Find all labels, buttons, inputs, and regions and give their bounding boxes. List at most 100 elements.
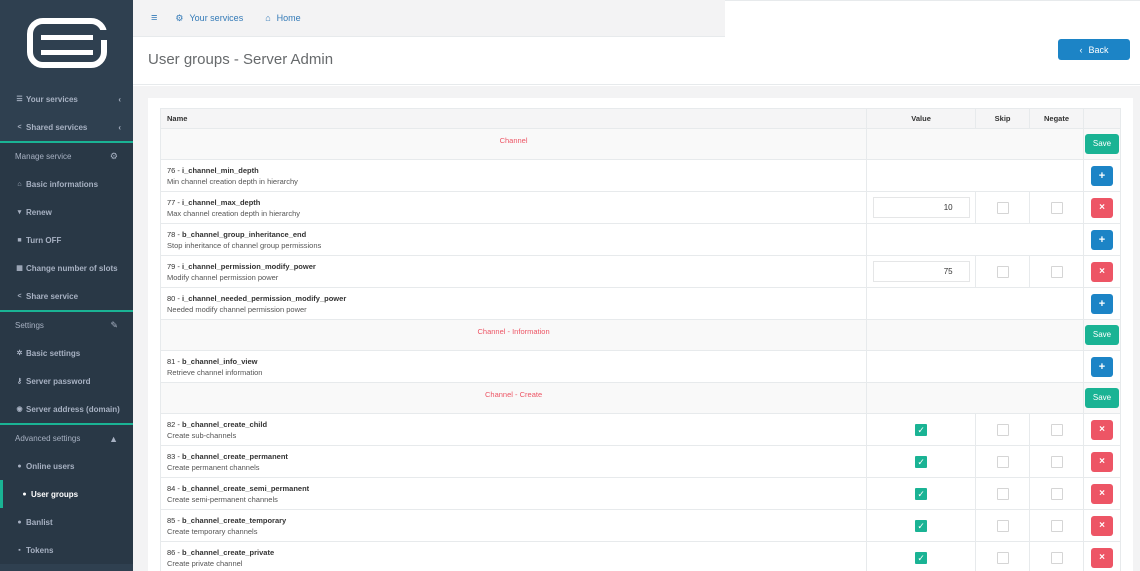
- skip-checkbox[interactable]: [996, 423, 1009, 436]
- remove-permission-button[interactable]: ×: [1090, 483, 1113, 504]
- perm-actions: +: [1082, 287, 1122, 320]
- value-input[interactable]: 75: [872, 261, 970, 282]
- skip-checkbox[interactable]: [996, 487, 1009, 500]
- group-row: Channel - Create Save: [159, 382, 1122, 414]
- remove-permission-button[interactable]: ×: [1090, 451, 1113, 472]
- perm-actions: ×: [1082, 191, 1122, 224]
- group-title: Channel: [159, 128, 868, 160]
- sidebar-item-renew[interactable]: ▾ Renew: [0, 198, 133, 226]
- your-services-link[interactable]: ⚙ Your services: [175, 13, 243, 24]
- home-link[interactable]: ⌂ Home: [265, 13, 300, 23]
- perm-negate-cell: [1029, 477, 1084, 510]
- remove-permission-button[interactable]: ×: [1090, 261, 1113, 282]
- sidebar-section-advanced-settings[interactable]: Advanced settings ▲: [0, 423, 133, 452]
- sidebar-item-tokens[interactable]: ▪ Tokens: [0, 536, 133, 564]
- section-label: Settings: [15, 321, 44, 330]
- add-permission-button[interactable]: +: [1090, 165, 1113, 186]
- sidebar-item-basic-settings[interactable]: ✲ Basic settings: [0, 339, 133, 367]
- hamburger-icon[interactable]: ≡: [151, 12, 157, 24]
- perm-skip-cell: [975, 509, 1031, 542]
- col-header-name: Name: [159, 108, 868, 129]
- table-row: 82 - b_channel_create_child Create sub-c…: [159, 413, 1122, 446]
- brand-logo[interactable]: [26, 17, 107, 68]
- remove-permission-button[interactable]: ×: [1090, 419, 1113, 440]
- perm-negate-cell: [1029, 413, 1084, 446]
- value-checkbox-checked[interactable]: ✓: [915, 487, 928, 500]
- sidebar-item-online-users[interactable]: ● Online users: [0, 452, 133, 480]
- sidebar-item-change-slots[interactable]: ▦ Change number of slots: [0, 254, 133, 282]
- value-checkbox-checked[interactable]: ✓: [915, 423, 928, 436]
- save-button[interactable]: Save: [1084, 388, 1119, 408]
- table-row: 84 - b_channel_create_semi_permanent Cre…: [159, 477, 1122, 510]
- sidebar-section-manage-service[interactable]: Manage service ⚙: [0, 141, 133, 170]
- perm-id: 85 -: [167, 515, 183, 525]
- skip-checkbox[interactable]: [996, 265, 1009, 278]
- sidebar-item-banlist[interactable]: ● Banlist: [0, 508, 133, 536]
- negate-checkbox[interactable]: [1050, 265, 1063, 278]
- add-permission-button[interactable]: +: [1090, 229, 1113, 250]
- value-checkbox-checked[interactable]: ✓: [915, 455, 928, 468]
- table-row: 77 - i_channel_max_depth Max channel cre…: [159, 191, 1122, 224]
- perm-key: i_channel_max_depth: [182, 197, 261, 207]
- value-checkbox-checked[interactable]: ✓: [915, 551, 928, 564]
- group-title: Channel - Create: [159, 382, 868, 414]
- table-row: 85 - b_channel_create_temporary Create t…: [159, 509, 1122, 542]
- sidebar-item-label: Renew: [26, 207, 52, 217]
- value-input[interactable]: 10: [872, 197, 970, 218]
- cart-icon: ▾: [17, 209, 22, 216]
- negate-checkbox[interactable]: [1050, 551, 1063, 564]
- value-checkbox-checked[interactable]: ✓: [915, 519, 928, 532]
- negate-checkbox[interactable]: [1050, 423, 1063, 436]
- sidebar-item-turn-off[interactable]: ■ Turn OFF: [0, 226, 133, 254]
- group-row: Channel Save: [159, 128, 1122, 160]
- perm-desc: Max channel creation depth in hierarchy: [167, 208, 300, 218]
- perm-id: 81 -: [167, 356, 183, 366]
- perm-title: 79 - i_channel_permission_modify_power: [161, 261, 866, 272]
- skip-checkbox[interactable]: [996, 455, 1009, 468]
- perm-actions: ×: [1082, 541, 1122, 571]
- add-permission-button[interactable]: +: [1090, 293, 1113, 314]
- perm-value-cell: ✓: [866, 541, 977, 571]
- perm-desc: Needed modify channel permission power: [167, 304, 307, 314]
- save-button[interactable]: Save: [1084, 325, 1119, 345]
- gear-icon: ✲: [16, 350, 23, 357]
- remove-permission-button[interactable]: ×: [1090, 515, 1113, 536]
- sidebar-item-label: Shared services: [26, 122, 88, 132]
- perm-actions: +: [1082, 350, 1122, 383]
- sidebar-item-server-password[interactable]: ⚷ Server password: [0, 367, 133, 395]
- negate-checkbox[interactable]: [1050, 201, 1063, 214]
- skip-checkbox[interactable]: [996, 551, 1009, 564]
- share-icon: <: [17, 292, 22, 300]
- sidebar-item-label: Banlist: [26, 517, 53, 527]
- wrench-icon: ✎: [110, 320, 118, 330]
- skip-checkbox[interactable]: [996, 519, 1009, 532]
- perm-value-cell: 10: [866, 191, 977, 224]
- sidebar-section-settings[interactable]: Settings ✎: [0, 310, 133, 339]
- perm-desc: Create private channel: [167, 558, 243, 568]
- perm-name-cell: 85 - b_channel_create_temporary Create t…: [159, 509, 868, 542]
- sidebar-item-basic-informations[interactable]: ⌂ Basic informations: [0, 170, 133, 198]
- sidebar-item-share-service[interactable]: < Share service: [0, 282, 133, 310]
- save-button[interactable]: Save: [1084, 134, 1119, 154]
- sidebar-item-server-address[interactable]: ◉ Server address (domain): [0, 395, 133, 423]
- perm-key: b_channel_create_semi_permanent: [182, 483, 310, 493]
- perm-title: 83 - b_channel_create_permanent: [161, 451, 866, 462]
- remove-permission-button[interactable]: ×: [1090, 197, 1113, 218]
- table-row: 76 - i_channel_min_depth Min channel cre…: [159, 159, 1122, 192]
- negate-checkbox[interactable]: [1050, 487, 1063, 500]
- negate-checkbox[interactable]: [1050, 455, 1063, 468]
- skip-checkbox[interactable]: [996, 201, 1009, 214]
- sidebar-item-user-groups[interactable]: ● User groups: [0, 480, 133, 508]
- sidebar-item-your-services[interactable]: ☰ Your services ‹: [0, 85, 133, 113]
- home-label: Home: [276, 13, 301, 23]
- perm-id: 86 -: [167, 547, 183, 557]
- negate-checkbox[interactable]: [1050, 519, 1063, 532]
- back-button[interactable]: ‹ Back: [1058, 39, 1130, 60]
- perm-actions: ×: [1082, 255, 1122, 288]
- perm-key: b_channel_create_private: [182, 547, 275, 557]
- sidebar-item-shared-services[interactable]: < Shared services ‹: [0, 113, 133, 141]
- add-permission-button[interactable]: +: [1090, 356, 1113, 377]
- sidebar-item-label: User groups: [31, 489, 79, 499]
- remove-permission-button[interactable]: ×: [1090, 547, 1113, 568]
- logo-container: [0, 0, 133, 85]
